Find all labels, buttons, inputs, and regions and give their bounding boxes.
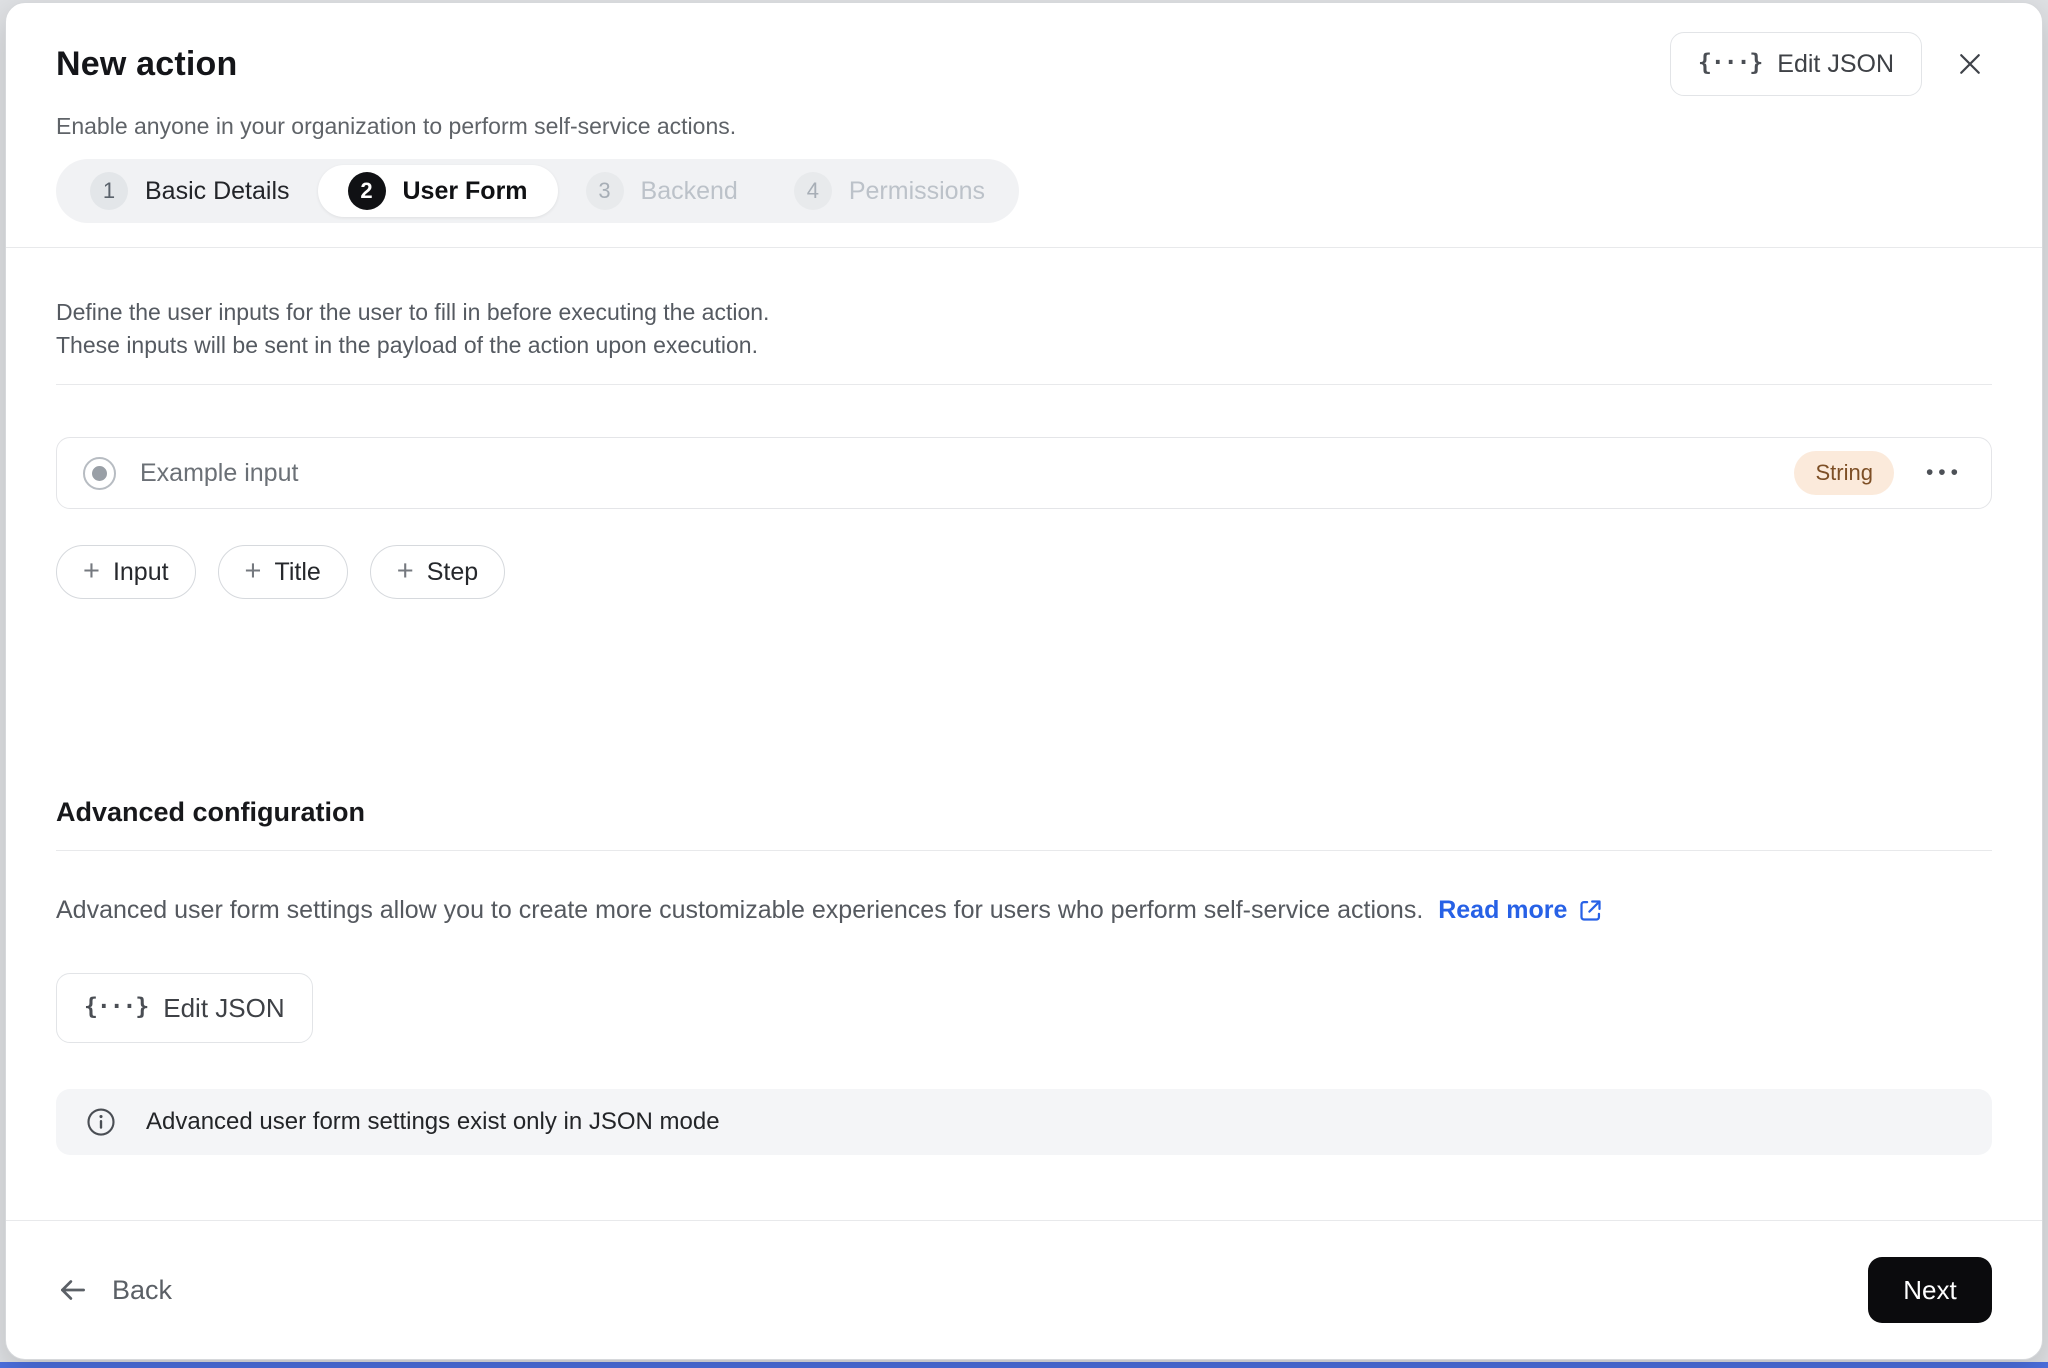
- page-title: New action: [56, 44, 238, 83]
- back-button[interactable]: Back: [56, 1273, 172, 1307]
- form-description-line2: These inputs will be sent in the payload…: [56, 332, 758, 358]
- stepper-step-backend[interactable]: 3 Backend: [558, 165, 766, 217]
- stepper-step-basic-details[interactable]: 1 Basic Details: [62, 165, 318, 217]
- modal-footer: Back Next: [6, 1220, 2042, 1359]
- modal-body: Define the user inputs for the user to f…: [6, 248, 2042, 1220]
- radio-icon: [83, 456, 116, 490]
- step-label: Basic Details: [145, 176, 290, 205]
- divider: [56, 850, 1992, 851]
- modal-subtitle: Enable anyone in your organization to pe…: [56, 113, 737, 139]
- back-label: Back: [112, 1274, 173, 1305]
- edit-json-button-header[interactable]: {···} Edit JSON: [1670, 32, 1922, 96]
- edit-json-label: Edit JSON: [163, 992, 285, 1023]
- close-icon: [1960, 54, 1980, 74]
- read-more-link[interactable]: Read more: [1438, 893, 1604, 927]
- step-number: 2: [347, 172, 386, 210]
- advanced-heading: Advanced configuration: [56, 797, 366, 827]
- add-title-button[interactable]: + Title: [217, 545, 348, 599]
- close-button[interactable]: [1948, 42, 1992, 86]
- edit-json-button-advanced[interactable]: {···} Edit JSON: [56, 973, 313, 1043]
- advanced-description: Advanced user form settings allow you to…: [56, 896, 1424, 924]
- ellipsis-icon: •••: [1925, 461, 1963, 484]
- step-label: Permissions: [848, 176, 985, 205]
- step-label: User Form: [402, 176, 528, 205]
- add-step-label: Step: [426, 557, 479, 586]
- info-icon: [87, 1108, 115, 1136]
- backdrop-bottom-accent: [0, 1362, 2048, 1368]
- json-braces-icon: {···}: [84, 994, 149, 1020]
- info-banner: Advanced user form settings exist only i…: [56, 1089, 1992, 1155]
- stepper-step-permissions[interactable]: 4 Permissions: [766, 165, 1013, 217]
- edit-json-label: Edit JSON: [1777, 49, 1894, 78]
- advanced-configuration-section: Advanced configuration Advanced user for…: [56, 797, 1992, 1155]
- info-banner-text: Advanced user form settings exist only i…: [146, 1108, 720, 1135]
- form-description-line1: Define the user inputs for the user to f…: [56, 299, 770, 325]
- json-braces-icon: {···}: [1698, 50, 1763, 76]
- form-input-row[interactable]: Example input String •••: [56, 437, 1992, 509]
- next-button[interactable]: Next: [1868, 1257, 1992, 1323]
- add-buttons-row: + Input + Title + Step: [56, 545, 1992, 599]
- type-badge[interactable]: String: [1794, 451, 1894, 495]
- step-number: 4: [793, 172, 832, 210]
- stepper: 1 Basic Details 2 User Form 3 Backend 4 …: [56, 159, 1019, 223]
- read-more-label: Read more: [1438, 896, 1568, 924]
- add-step-button[interactable]: + Step: [369, 545, 506, 599]
- divider: [56, 384, 1992, 385]
- step-number: 3: [585, 172, 624, 210]
- new-action-modal: New action {···} Edit JSON Enable anyone…: [5, 2, 2043, 1360]
- add-title-label: Title: [274, 557, 321, 586]
- stepper-step-user-form[interactable]: 2 User Form: [317, 165, 558, 217]
- modal-header: New action {···} Edit JSON Enable anyone…: [6, 3, 2042, 248]
- plus-icon: +: [244, 554, 262, 587]
- plus-icon: +: [83, 554, 100, 587]
- back-arrow-icon: [61, 1280, 85, 1300]
- add-input-label: Input: [112, 557, 169, 586]
- add-input-button[interactable]: + Input: [56, 545, 196, 599]
- external-link-icon: [1580, 899, 1602, 921]
- step-number: 1: [90, 172, 128, 210]
- input-row-label: Example input: [140, 458, 299, 487]
- row-menu-button[interactable]: •••: [1924, 457, 1965, 489]
- plus-icon: +: [396, 554, 414, 587]
- step-label: Backend: [640, 176, 738, 205]
